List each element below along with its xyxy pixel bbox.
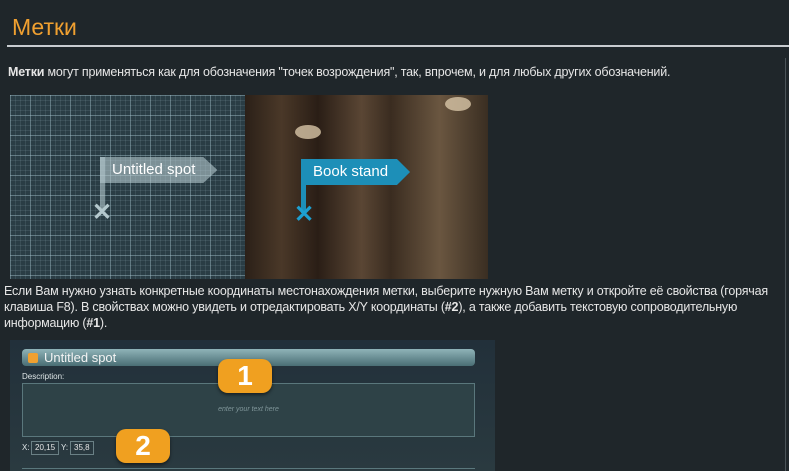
grid-map <box>10 95 245 279</box>
properties-screenshot: Untitled spot Description: enter your te… <box>10 340 495 471</box>
spot-x-icon: ✕ <box>294 201 315 228</box>
room-map <box>245 95 488 279</box>
spot-flag-named: Book stand <box>301 159 411 185</box>
text: ). <box>99 316 108 330</box>
coordinates-paragraph: Если Вам нужно узнать конкретные координ… <box>4 283 784 331</box>
intro-bold: Метки <box>8 65 45 79</box>
y-field: 35,8 <box>70 441 94 455</box>
description-label: Description: <box>22 372 65 381</box>
flag-icon <box>28 353 38 363</box>
ref-2: #2 <box>444 300 459 314</box>
sidebar-border <box>785 58 786 471</box>
lamp <box>445 97 471 111</box>
callout-2: 2 <box>116 429 170 463</box>
ref-1: #1 <box>86 316 100 330</box>
title-divider <box>7 45 789 47</box>
spot-flag-default: Untitled spot <box>100 157 218 183</box>
y-label: Y: <box>61 443 69 452</box>
intro-text: могут применяться как для обозначения "т… <box>44 65 671 79</box>
divider <box>22 468 475 469</box>
x-label: X: <box>22 443 30 452</box>
lamp <box>295 125 321 139</box>
properties-title: Untitled spot <box>44 350 117 365</box>
x-field: 20,15 <box>31 441 60 455</box>
spot-example-image: Untitled spot ✕ Book stand ✕ <box>10 95 488 279</box>
page-title: Метки <box>12 14 77 40</box>
intro-paragraph: Метки могут применяться как для обозначе… <box>8 64 670 80</box>
spot-x-icon: ✕ <box>92 199 113 226</box>
callout-1: 1 <box>218 359 272 393</box>
